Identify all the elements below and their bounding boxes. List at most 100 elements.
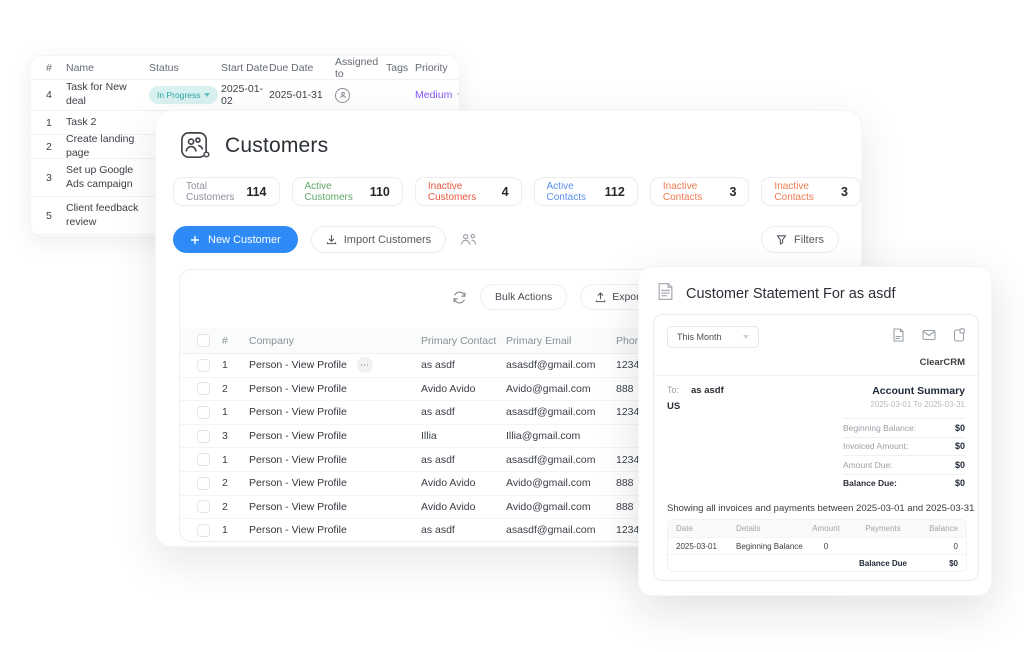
cell-amount: 0 [804,542,848,551]
row-checkbox[interactable] [197,359,210,372]
row-checkbox[interactable] [197,453,210,466]
stat-card: Inactive Customers 4 [415,177,522,206]
primary-email: asasdf@gmail.com [506,524,616,536]
balance-due-value: $0 [918,559,967,568]
filters-button[interactable]: Filters [761,226,839,253]
primary-email: Avido@gmail.com [506,501,616,513]
col-header-payments: Payments [848,524,918,533]
row-checkbox[interactable] [197,406,210,419]
statement-card: This Month [653,314,979,581]
summary-value: $0 [955,478,965,488]
customer-statement-panel: Customer Statement For as asdf This Mont… [638,266,992,596]
col-header-email: Primary Email [506,335,616,347]
company-link[interactable]: Person - View Profile [249,430,347,442]
stat-card: Active Customers 110 [292,177,403,206]
col-header-status: Status [149,62,221,74]
primary-email: asasdf@gmail.com [506,359,616,371]
chevron-down-icon [457,93,460,97]
priority-dropdown[interactable]: Medium [415,89,460,101]
stat-card: Inactive Contacts3 [761,177,861,206]
row-checkbox[interactable] [197,430,210,443]
summary-value: $0 [955,441,965,451]
import-customers-button[interactable]: Import Customers [311,226,446,253]
task-name: Client feedback review [66,202,149,229]
col-header-start: Start Date [221,62,269,74]
col-header-num: # [46,62,66,74]
statement-table: Date Details Amount Payments Balance 202… [667,519,967,572]
email-icon[interactable] [922,328,936,347]
select-all-checkbox[interactable] [197,334,210,347]
summary-label: Amount Due: [843,460,893,470]
period-select[interactable]: This Month [667,326,759,348]
summary-row: Beginning Balance: $0 [843,418,965,437]
row-number: 1 [222,454,249,466]
task-name: Task 2 [66,116,149,130]
new-customer-button[interactable]: New Customer [173,226,298,253]
stat-label: Inactive Contacts [663,181,721,203]
customer-name: as asdf [691,385,724,396]
company-link[interactable]: Person - View Profile [249,524,347,536]
assignee-icon[interactable] [335,88,350,103]
new-customer-label: New Customer [208,234,281,246]
status-dropdown[interactable]: In Progress [149,86,218,104]
showing-range-text: Showing all invoices and payments betwee… [667,503,974,514]
bulk-actions-label: Bulk Actions [495,291,552,303]
task-number: 2 [46,141,66,153]
task-due-date: 2025-01-31 [269,89,335,101]
company-link[interactable]: Person - View Profile [249,383,347,395]
primary-email: Avido@gmail.com [506,383,616,395]
pdf-icon[interactable] [892,328,905,347]
device-share-icon[interactable] [953,328,965,347]
cell-details: Beginning Balance [728,542,804,551]
row-checkbox[interactable] [197,477,210,490]
cell-date: 2025-03-01 [668,542,728,551]
row-number: 3 [222,430,249,442]
statement-title: Customer Statement For as asdf [686,286,896,302]
status-label: In Progress [157,90,200,100]
primary-contact: as asdf [421,454,506,466]
stats-row: Total Customers114Active Customers110Ina… [173,177,861,206]
refresh-icon[interactable] [452,290,467,305]
row-number: 1 [222,406,249,418]
company-link[interactable]: Person - View Profile [249,359,347,371]
task-row[interactable]: 4 Task for New deal In Progress 2025-01-… [31,80,459,111]
company-link[interactable]: Person - View Profile [249,454,347,466]
stat-value: 114 [246,185,266,199]
summary-row: Balance Due:$0 [843,474,965,493]
primary-contact: as asdf [421,359,506,371]
primary-contact: Illia [421,430,506,442]
summary-label: Beginning Balance: [843,423,916,433]
summary-value: $0 [955,460,965,470]
page-title: Customers [225,134,328,158]
company-link[interactable]: Person - View Profile [249,406,347,418]
row-checkbox[interactable] [197,382,210,395]
stat-label: Inactive Customers [428,181,493,203]
stat-value: 3 [729,185,736,199]
cell-balance: 0 [918,542,967,551]
row-checkbox[interactable] [197,524,210,537]
group-icon[interactable] [459,232,478,247]
to-label: To: [667,385,679,396]
primary-contact: as asdf [421,406,506,418]
bulk-actions-button[interactable]: Bulk Actions [480,284,567,310]
company-link[interactable]: Person - View Profile [249,501,347,513]
stat-label: Active Contacts [547,181,596,203]
stat-value: 110 [370,185,390,199]
summary-value: $0 [955,423,965,433]
stat-label: Inactive Contacts [774,181,832,203]
primary-contact: as asdf [421,524,506,536]
col-header-priority: Priority [415,62,460,74]
row-checkbox[interactable] [197,500,210,513]
stat-value: 4 [502,185,509,199]
stat-label: Active Customers [305,181,361,203]
task-number: 5 [46,210,66,222]
col-header-name: Name [66,62,149,74]
priority-label: Medium [415,89,452,101]
row-number: 2 [222,383,249,395]
balance-due-label: Balance Due [848,559,918,568]
company-link[interactable]: Person - View Profile [249,477,347,489]
row-menu-button[interactable]: ⋯ [357,357,373,373]
task-number: 3 [46,172,66,184]
task-name: Task for New deal [66,81,149,108]
row-number: 1 [222,359,249,371]
